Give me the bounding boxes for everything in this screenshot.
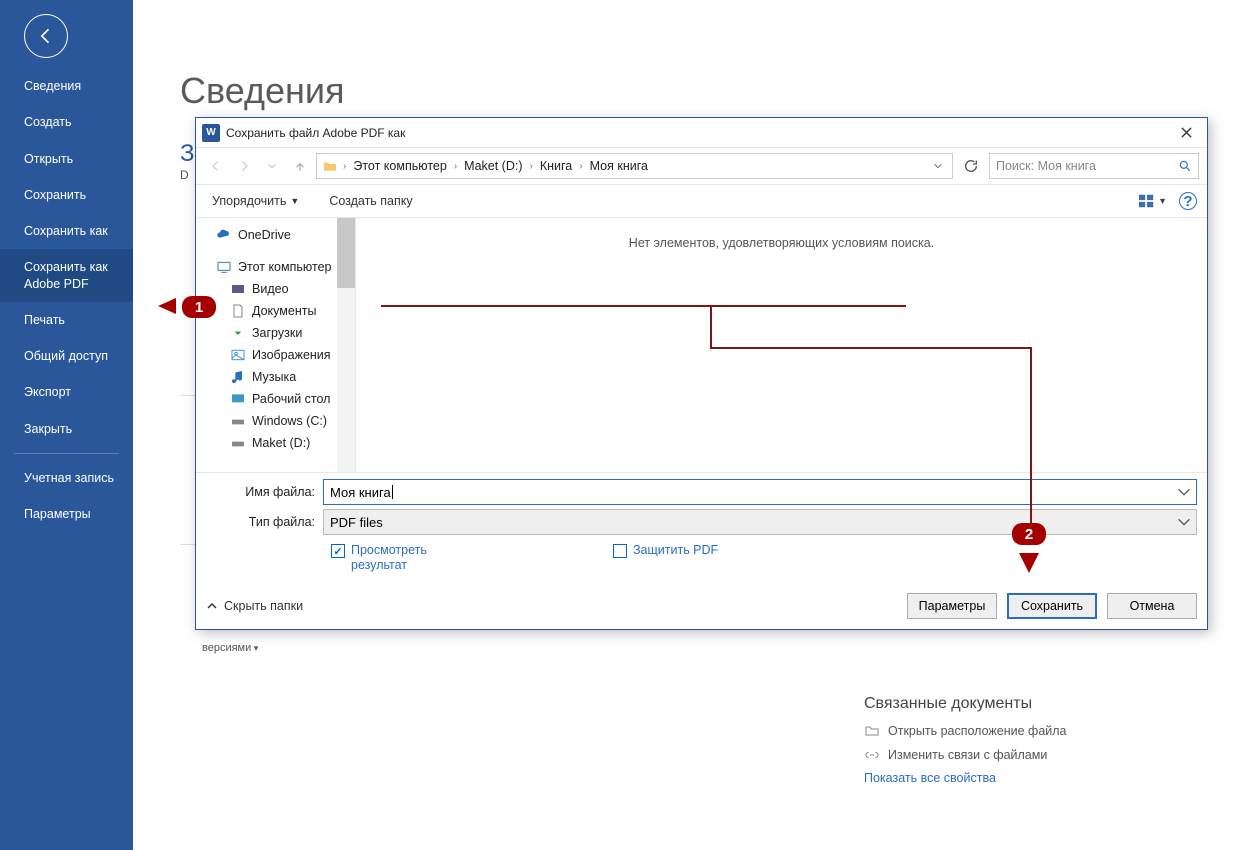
dialog-bottom: Имя файла: Моя книга Тип файла: PDF file… <box>196 472 1207 629</box>
dialog-titlebar: W Сохранить файл Adobe PDF как <box>196 118 1207 148</box>
links-icon <box>864 747 880 763</box>
save-button[interactable]: Сохранить <box>1007 593 1097 619</box>
protect-checkbox-label[interactable]: Защитить PDF <box>633 543 718 558</box>
tree-item-video[interactable]: Видео <box>196 278 355 300</box>
filename-input[interactable]: Моя книга <box>323 479 1197 505</box>
annotation-line <box>381 305 906 307</box>
breadcrumb-bar[interactable]: › Этот компьютер› Maket (D:)› Книга› Моя… <box>316 153 953 179</box>
filetype-label: Тип файла: <box>206 515 323 529</box>
sidebar-item-share[interactable]: Общий доступ <box>0 338 133 374</box>
breadcrumb-segment[interactable]: Моя книга <box>587 159 651 173</box>
view-mode-button[interactable]: ▼ <box>1139 194 1167 208</box>
arrow-left-icon <box>36 26 56 46</box>
sidebar-item-account[interactable]: Учетная запись <box>0 460 133 496</box>
protect-checkbox[interactable] <box>613 544 627 558</box>
edit-file-links-link[interactable]: Изменить связи с файлами <box>864 747 1067 763</box>
help-button[interactable]: ? <box>1179 192 1197 210</box>
filename-dropdown[interactable] <box>1176 484 1192 500</box>
doc-title-fragment: З <box>180 140 195 168</box>
sidebar-item-close[interactable]: Закрыть <box>0 411 133 447</box>
backstage-sidebar: Сведения Создать Открыть Сохранить Сохра… <box>0 0 133 850</box>
sidebar-item-open[interactable]: Открыть <box>0 141 133 177</box>
annotation-line <box>1030 347 1032 537</box>
breadcrumb-segment[interactable]: Maket (D:) <box>461 159 525 173</box>
sidebar-item-info[interactable]: Сведения <box>0 68 133 104</box>
word-icon: W <box>202 124 220 142</box>
tree-scrollbar[interactable] <box>337 218 355 472</box>
tree-item-downloads[interactable]: Загрузки <box>196 322 355 344</box>
filetype-select[interactable]: PDF files <box>323 509 1197 535</box>
sidebar-item-options[interactable]: Параметры <box>0 496 133 532</box>
search-icon <box>1178 159 1192 173</box>
breadcrumb-dropdown[interactable] <box>928 161 948 171</box>
save-as-dialog: W Сохранить файл Adobe PDF как › Этот ко… <box>195 117 1208 630</box>
file-list-area: Нет элементов, удовлетворяющих условиям … <box>356 218 1207 472</box>
show-all-properties-link[interactable]: Показать все свойства <box>864 771 1067 785</box>
empty-message: Нет элементов, удовлетворяющих условиям … <box>629 236 934 250</box>
preview-checkbox-label[interactable]: Просмотреть результат <box>351 543 471 573</box>
filetype-dropdown[interactable] <box>1176 514 1192 530</box>
filename-label: Имя файла: <box>206 485 323 499</box>
search-placeholder: Поиск: Моя книга <box>996 159 1096 173</box>
nav-back-button <box>204 154 228 178</box>
sidebar-item-print[interactable]: Печать <box>0 302 133 338</box>
related-documents: Связанные документы Открыть расположение… <box>864 695 1067 785</box>
address-bar: › Этот компьютер› Maket (D:)› Книга› Моя… <box>196 148 1207 184</box>
tree-item-documents[interactable]: Документы <box>196 300 355 322</box>
organize-button[interactable]: Упорядочить▼ <box>206 191 305 211</box>
breadcrumb-segment[interactable]: Книга <box>537 159 575 173</box>
nav-forward-button <box>232 154 256 178</box>
page-title: Сведения <box>180 70 344 112</box>
back-button[interactable] <box>24 14 68 58</box>
open-file-location-link[interactable]: Открыть расположение файла <box>864 723 1067 739</box>
tree-item-music[interactable]: Музыка <box>196 366 355 388</box>
refresh-button[interactable] <box>957 153 985 179</box>
new-folder-button[interactable]: Создать папку <box>323 191 418 211</box>
annotation-line <box>710 305 712 347</box>
nav-recent-button <box>260 154 284 178</box>
dialog-title: Сохранить файл Adobe PDF как <box>226 126 1171 140</box>
breadcrumb-segment[interactable]: Этот компьютер <box>350 159 449 173</box>
sidebar-item-export[interactable]: Экспорт <box>0 374 133 410</box>
annotation-line <box>710 347 1030 349</box>
doc-path-fragment: D <box>180 168 189 182</box>
tree-item-drive-d[interactable]: Maket (D:) <box>196 432 355 454</box>
nav-up-button[interactable] <box>288 154 312 178</box>
search-input[interactable]: Поиск: Моя книга <box>989 153 1199 179</box>
dialog-toolbar: Упорядочить▼ Создать папку ▼ ? <box>196 184 1207 218</box>
tree-item-drive-c[interactable]: Windows (C:) <box>196 410 355 432</box>
options-button[interactable]: Параметры <box>907 593 997 619</box>
close-icon <box>1181 127 1192 138</box>
sidebar-item-new[interactable]: Создать <box>0 104 133 140</box>
view-icon <box>1139 194 1155 208</box>
sidebar-item-saveas-pdf[interactable]: Сохранить как Adobe PDF <box>0 249 133 302</box>
chevron-up-icon <box>206 600 218 612</box>
folder-icon <box>864 723 880 739</box>
tree-item-onedrive[interactable]: OneDrive <box>196 224 355 246</box>
folder-tree[interactable]: OneDrive Этот компьютер Видео Документы … <box>196 218 356 472</box>
tree-item-desktop[interactable]: Рабочий стол <box>196 388 355 410</box>
sidebar-item-saveas[interactable]: Сохранить как <box>0 213 133 249</box>
hide-folders-toggle[interactable]: Скрыть папки <box>206 599 303 613</box>
cancel-button[interactable]: Отмена <box>1107 593 1197 619</box>
folder-icon <box>321 158 339 174</box>
sidebar-item-save[interactable]: Сохранить <box>0 177 133 213</box>
sidebar-divider <box>14 453 119 454</box>
tree-item-images[interactable]: Изображения <box>196 344 355 366</box>
preview-checkbox[interactable] <box>331 544 345 558</box>
tree-item-thispc[interactable]: Этот компьютер <box>196 256 355 278</box>
related-heading: Связанные документы <box>864 695 1067 713</box>
versions-dropdown[interactable]: версиями <box>202 642 258 654</box>
close-button[interactable] <box>1171 121 1201 145</box>
